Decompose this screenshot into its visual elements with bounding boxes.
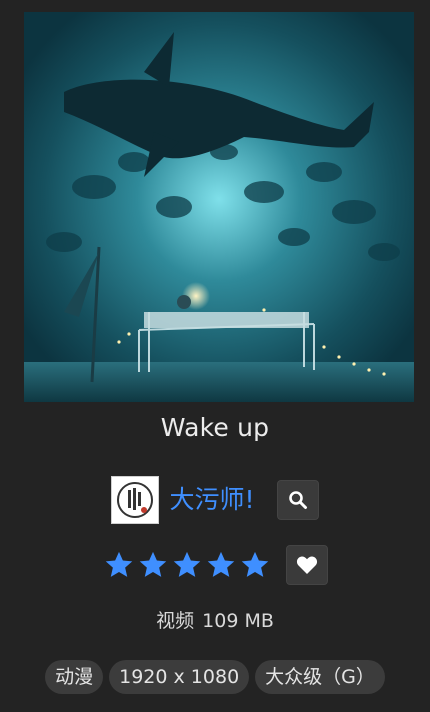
heart-icon: [296, 556, 318, 574]
search-icon: [288, 491, 307, 509]
wallpaper-detail-card: Wake up 大污师! 视频 109 MB 动漫 1920 x 1080 大众…: [0, 0, 430, 712]
tag-resolution[interactable]: 1920 x 1080: [109, 660, 250, 694]
star-icon[interactable]: [240, 550, 270, 580]
author-row: 大污师!: [0, 475, 430, 525]
star-icon[interactable]: [104, 550, 134, 580]
tag-list: 动漫 1920 x 1080 大众级（G）: [0, 660, 430, 694]
file-meta: 视频 109 MB: [0, 606, 430, 636]
preview-image[interactable]: [24, 12, 414, 402]
file-type: 视频: [156, 610, 195, 632]
star-icon[interactable]: [206, 550, 236, 580]
rating-stars[interactable]: [104, 550, 270, 580]
favorite-button[interactable]: [286, 545, 328, 585]
avatar-emblem-icon: [117, 482, 154, 518]
wallpaper-title: Wake up: [160, 413, 270, 442]
author-name-link[interactable]: 大污师!: [169, 476, 254, 524]
tag-genre[interactable]: 动漫: [45, 660, 104, 694]
star-icon[interactable]: [172, 550, 202, 580]
star-icon[interactable]: [138, 550, 168, 580]
author-avatar[interactable]: [111, 476, 160, 524]
rating-row: [0, 544, 430, 586]
search-author-button[interactable]: [276, 480, 319, 520]
whale-scene-illustration: [24, 12, 414, 402]
file-size: 109 MB: [202, 610, 274, 632]
tag-age-rating[interactable]: 大众级（G）: [255, 660, 385, 694]
